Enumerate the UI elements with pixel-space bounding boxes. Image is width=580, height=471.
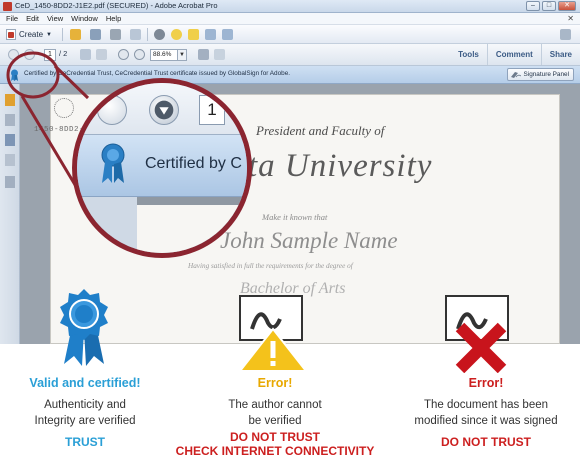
select-tool-icon[interactable] [80,49,91,60]
create-button[interactable]: Create ▼ [6,28,52,41]
previous-page-icon[interactable] [8,49,19,60]
legend-valid-description: Authenticity and [44,399,126,411]
zoom-out-icon[interactable] [118,49,129,60]
page-number-input[interactable]: 1 [44,49,56,61]
legend-warning-description: be verified [248,415,302,427]
signature-panel-label: Signature Panel [523,71,569,78]
attach-icon[interactable] [205,29,216,40]
blue-ribbon-icon [60,289,108,366]
menu-window[interactable]: Window [71,13,98,24]
magnified-page [137,205,247,253]
certificate-known-line: Make it known that [262,212,328,222]
legend-invalid-description: modified since it was signed [414,415,558,427]
left-navigation-pane [0,84,20,344]
tab-tools[interactable]: Tools [450,44,487,65]
legend-invalid-description: The document has been [423,399,549,411]
legend-invalid-title: Error! [468,376,504,390]
hand-tool-icon[interactable] [96,49,107,60]
close-button[interactable]: ✕ [558,1,576,11]
task-pane-tabs: Tools Comment Share [450,44,580,65]
warning-signature-icon [237,295,309,372]
university-seal-icon [54,98,74,118]
minimize-button[interactable]: – [526,1,540,11]
bookmark-icon[interactable] [5,134,15,146]
certification-message: Certified by CeCredential Trust, CeCrede… [24,70,291,77]
tab-share[interactable]: Share [540,44,580,65]
page-total: / 2 [59,49,68,58]
comment-bubble-icon[interactable] [171,29,182,40]
magnified-certified-text: Certified by C [145,155,242,172]
magnified-page-number: 1 [199,95,225,125]
zoom-in-icon[interactable] [134,49,145,60]
save-icon[interactable] [90,29,101,40]
magnifier-lens: 1 Certified by C [72,78,252,258]
open-folder-icon[interactable] [70,29,81,40]
invalid-signature-icon [445,295,509,373]
settings-gear-icon[interactable] [154,29,165,40]
toolbar-divider [147,28,148,41]
legend-valid-description: Integrity are verified [34,415,136,427]
pages-panel-icon[interactable] [5,94,15,106]
legend-warning-title: Error! [257,376,293,390]
menu-edit[interactable]: Edit [26,13,39,24]
legend-warning: Error! The author cannot be verified DO … [160,376,390,458]
print-icon[interactable] [110,29,121,40]
legend-valid: Valid and certified! Authenticity and In… [10,376,160,449]
highlight-icon[interactable] [188,29,199,40]
magnified-view: 1 Certified by C [77,83,247,253]
magnified-ribbon-icon [101,143,125,183]
window-controls: – □ ✕ [526,1,576,11]
toolbar-divider [62,28,63,41]
document-close-icon[interactable]: ✕ [567,13,574,25]
share-doc-icon[interactable] [222,29,233,40]
menu-bar: File Edit View Window Help ✕ [0,13,580,25]
magnified-document [77,197,247,253]
legend-warning-verdict: DO NOT TRUST [230,430,320,444]
create-pdf-icon [6,29,16,40]
window-titlebar: CeD_1450-8DD2-J1E2.pdf (SECURED) - Adobe… [0,0,580,13]
signature-pen-icon [510,72,521,78]
main-toolbar: Create ▼ [0,25,580,44]
legend-invalid: Error! The document has been modified si… [396,376,576,449]
next-page-icon[interactable] [24,49,35,60]
signature-panel-button[interactable]: Signature Panel [506,68,574,81]
menu-view[interactable]: View [47,13,63,24]
magnified-toolbar: 1 [77,83,247,135]
certification-bar: Certified by CeCredential Trust, CeCrede… [0,66,580,84]
tab-comment[interactable]: Comment [486,44,541,65]
full-screen-icon[interactable] [214,49,225,60]
copy-pages-icon[interactable] [5,114,15,126]
menu-file[interactable]: File [6,13,18,24]
certificate-requirements-line: Having satisfied in full the requirement… [188,262,353,270]
navigation-toolbar: 1 / 2 88.6% ▼ Tools Comment Share [0,44,580,66]
acrobat-app-icon [3,2,12,11]
attachment-icon[interactable] [5,154,15,166]
magnified-previous-page-icon [97,95,127,125]
email-icon[interactable] [130,29,141,40]
window-title: CeD_1450-8DD2-J1E2.pdf (SECURED) - Adobe… [15,1,218,10]
zoom-level-input[interactable]: 88.6% [150,49,178,61]
magnified-next-page-icon [149,95,179,125]
legend-valid-verdict: TRUST [65,435,105,449]
magnified-left-pane [77,197,137,253]
maximize-button[interactable]: □ [542,1,556,11]
certificate-president-line: President and Faculty of [256,123,385,138]
down-arrow-icon [154,100,174,120]
chevron-down-icon: ▼ [46,31,52,38]
create-button-label: Create [19,30,44,39]
certificate-university-name: ta University [248,148,433,184]
zoom-dropdown-icon[interactable]: ▼ [178,49,187,61]
legend-invalid-verdict: DO NOT TRUST [441,435,531,449]
screenshot-stage: CeD_1450-8DD2-J1E2.pdf (SECURED) - Adobe… [0,0,580,471]
menu-help[interactable]: Help [106,13,121,24]
legend-valid-title: Valid and certified! [29,376,141,390]
legend-warning-connectivity: CHECK INTERNET CONNECTIVITY [175,444,375,458]
signature-panel-icon[interactable] [5,176,15,188]
expand-icon[interactable] [560,29,571,40]
certified-ribbon-icon [11,69,18,81]
fit-page-icon[interactable] [198,49,209,60]
legend-warning-description: The author cannot [228,399,322,411]
